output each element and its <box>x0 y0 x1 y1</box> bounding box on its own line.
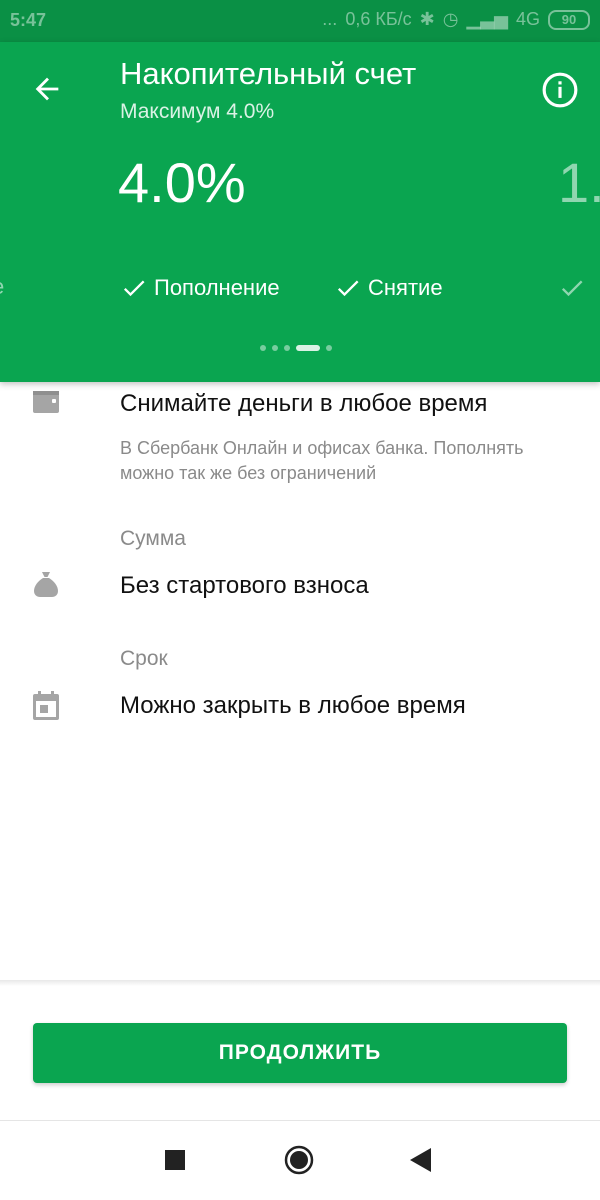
interest-rate: 4.0% <box>118 151 246 214</box>
page-title: Накопительный счет <box>120 56 417 91</box>
info-icon[interactable] <box>541 71 579 109</box>
product-header: Накопительный счет Максимум 4.0% 4.0% 1.… <box>0 42 600 382</box>
continue-button[interactable]: ПРОДОЛЖИТЬ <box>33 1023 567 1083</box>
money-bag-icon <box>34 572 58 597</box>
bottom-divider <box>0 980 600 986</box>
term-value: Можно закрыть в любое время <box>120 692 466 719</box>
feature-label: Снятие <box>368 275 443 300</box>
status-indicators: ... 0,6 КБ/с ✱ ◷ ▁▃▅ 4G 90 <box>322 9 590 30</box>
prev-card-feature: е <box>0 274 4 300</box>
carousel-dot[interactable] <box>326 345 332 351</box>
withdraw-description: В Сбербанк Онлайн и офисах банка. Пополн… <box>120 438 524 483</box>
status-bar: 5:47 ... 0,6 КБ/с ✱ ◷ ▁▃▅ 4G 90 <box>0 0 600 42</box>
next-card-feature <box>558 274 586 302</box>
amount-label: Сумма <box>120 527 186 550</box>
recent-apps-icon[interactable] <box>165 1150 185 1170</box>
nav-back-icon[interactable] <box>410 1148 432 1172</box>
withdraw-title: Снимайте деньги в любое время <box>120 390 488 417</box>
feature-replenishment: Пополнение <box>120 274 280 302</box>
check-icon <box>337 280 359 297</box>
notification-dots: ... <box>322 9 338 29</box>
bluetooth-icon: ✱ <box>419 9 435 29</box>
carousel-dot[interactable] <box>272 345 278 351</box>
network-speed: 0,6 КБ/с <box>345 9 412 29</box>
check-icon <box>561 280 583 297</box>
home-icon[interactable] <box>284 1145 314 1175</box>
page-subtitle: Максимум 4.0% <box>120 100 275 123</box>
wallet-icon <box>33 391 59 413</box>
carousel-dot-active[interactable] <box>296 345 320 351</box>
alarm-icon: ◷ <box>442 9 459 29</box>
signal-icon: ▁▃▅ <box>466 9 508 29</box>
feature-label: Пополнение <box>154 275 280 300</box>
feature-withdrawal: Снятие <box>334 274 443 302</box>
network-type: 4G <box>515 9 540 29</box>
term-label: Срок <box>120 647 168 670</box>
calendar-icon <box>33 691 59 720</box>
carousel-dot[interactable] <box>260 345 266 351</box>
amount-value: Без стартового взноса <box>120 572 369 599</box>
next-card-rate[interactable]: 1. <box>558 150 600 215</box>
back-arrow-icon[interactable] <box>30 72 64 106</box>
battery-icon: 90 <box>548 9 590 30</box>
system-nav-bar <box>0 1121 600 1200</box>
check-icon <box>123 280 145 297</box>
carousel-indicator <box>260 345 332 351</box>
status-time: 5:47 <box>10 10 47 30</box>
carousel-dot[interactable] <box>284 345 290 351</box>
